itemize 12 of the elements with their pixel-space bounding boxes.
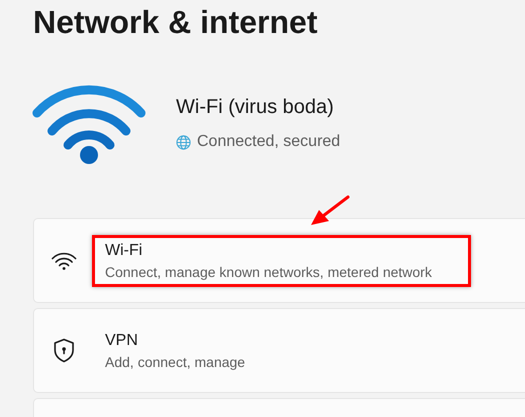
setting-description: Add, connect, manage	[105, 352, 246, 372]
page-title: Network & internet	[33, 3, 318, 42]
wifi-icon	[51, 250, 77, 270]
settings-card[interactable]: Wi-Fi Connect, manage known networks, metered network	[33, 218, 525, 303]
connection-status: Connected, secured	[197, 132, 340, 152]
network-name: Wi-Fi (virus boda)	[176, 95, 335, 120]
setting-title: VPN	[105, 330, 139, 350]
setting-title: Wi-Fi	[105, 240, 144, 260]
setting-description: Connect, manage known networks, metered network	[105, 262, 433, 282]
globe-icon	[176, 134, 191, 150]
shield-lock-icon	[53, 338, 75, 363]
settings-card[interactable]: VPN Add, connect, manage	[33, 308, 525, 393]
